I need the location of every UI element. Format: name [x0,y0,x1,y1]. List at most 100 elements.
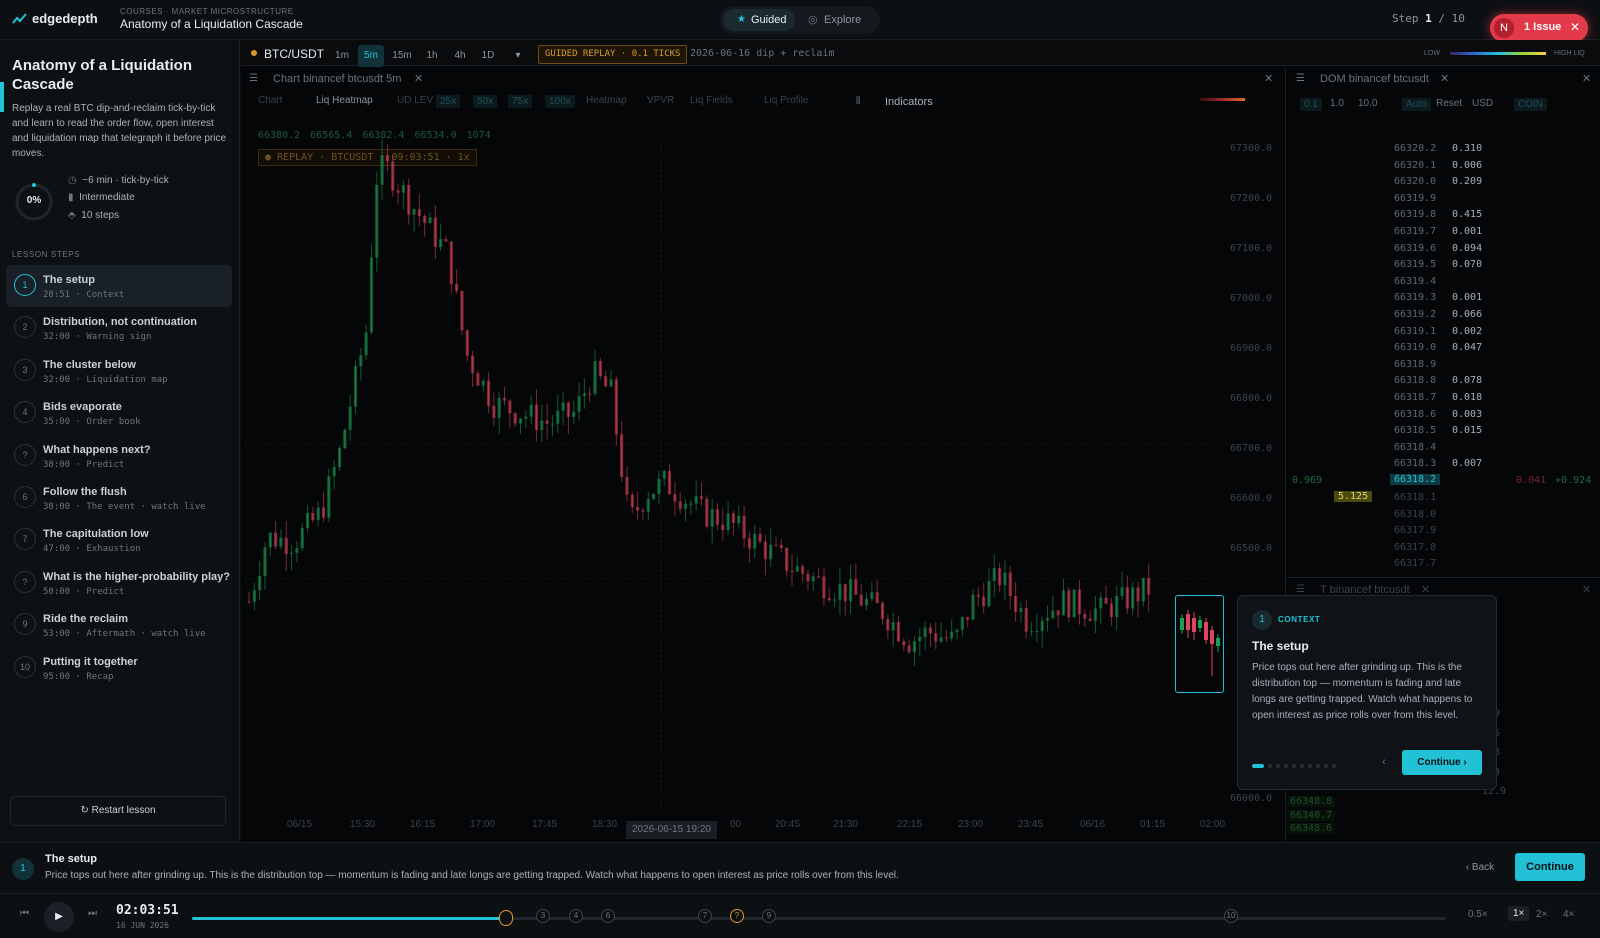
brand[interactable]: edgedepth [32,11,98,26]
dom-ask-price[interactable]: 66320.1 [1394,160,1436,171]
explore-mode-button[interactable]: ◎ Explore [800,9,876,31]
timeframe-button[interactable]: 1m [330,45,354,67]
restart-lesson-button[interactable]: ↻ Restart lesson [10,796,226,826]
dom-bid-price[interactable]: 66317.9 [1394,525,1436,536]
dom-ask-price[interactable]: 66319.1 [1394,326,1436,337]
dom-ask-price[interactable]: 66319.7 [1394,226,1436,237]
dom-bid-price[interactable]: 66318.1 [1394,492,1436,503]
dom-control-button[interactable]: 10.0 [1358,98,1377,109]
lesson-step[interactable]: 9 Ride the reclaim 53:00 · Aftermath · wat… [6,604,232,646]
dom-bid-price[interactable]: 66317.7 [1394,558,1436,569]
step-marker[interactable]: 9 [762,909,776,923]
step-marker[interactable]: 6 [601,909,615,923]
breadcrumb[interactable]: COURSES · MARKET MICROSTRUCTURE [120,7,294,16]
chart-tab[interactable]: VPVR [647,95,674,106]
timeframe-button[interactable]: 1D [476,45,500,67]
dom-control-button[interactable]: 1.0 [1330,98,1344,109]
step-marker[interactable]: 7 [698,909,712,923]
dom-ask-price[interactable]: 66318.9 [1394,359,1436,370]
dom-ask-price[interactable]: 66318.3 [1394,458,1436,469]
more-timeframes-button[interactable]: ▾ [508,45,528,67]
chart-tab[interactable]: 75x [508,95,533,108]
dom-ask-price[interactable]: 66320.2 [1394,143,1436,154]
dom-ask-price[interactable]: 66318.6 [1394,409,1436,420]
close-tab-icon[interactable]: ✕ [414,72,423,85]
panel-menu-icon[interactable]: ☰ [249,73,258,84]
dom-control-button[interactable]: USD [1472,98,1493,109]
dom-control-button[interactable]: Auto [1402,98,1431,111]
timeframe-button[interactable]: 5m [358,45,384,67]
dom-ask-price[interactable]: 66319.6 [1394,243,1436,254]
dom-ask-price[interactable]: 66319.0 [1394,342,1436,353]
lesson-step[interactable]: 7 The capitulation low 47:00 · Exhaustion [6,519,232,561]
dom-ask-price[interactable]: 66319.9 [1394,193,1436,204]
chart-tab[interactable]: Liq Heatmap [316,95,373,106]
dom-control-button[interactable]: 0.1 [1300,98,1322,111]
timeframe-button[interactable]: 1h [420,45,444,67]
dom-bid-price[interactable]: 66317.8 [1394,542,1436,553]
timeline-track[interactable] [192,917,1446,920]
dom-close-tab-icon[interactable]: ✕ [1440,72,1449,85]
lesson-step[interactable]: 2 Distribution, not continuation 32:00 · W… [6,307,232,349]
coach-continue-button[interactable]: Continue › [1402,750,1482,775]
skip-forward-icon[interactable]: ⏭ [88,908,97,919]
playback-rate-button[interactable]: 2× [1536,909,1547,920]
timeframe-button[interactable]: 4h [448,45,472,67]
dom-mid-price[interactable]: 66318.2 [1390,474,1441,485]
dom-control-button[interactable]: Reset [1436,98,1462,109]
dom-ask-price[interactable]: 66319.3 [1394,292,1436,303]
playback-rate-button[interactable]: 4× [1563,909,1574,920]
candles-icon[interactable]: ⫴ [856,96,860,107]
chart-tab[interactable]: Heatmap [586,95,627,106]
dom-close-icon[interactable]: ✕ [1582,72,1591,85]
dom-bid-price[interactable]: 66318.0 [1394,509,1436,520]
playback-rate-button[interactable]: 0.5× [1468,909,1488,920]
dom-ask-price[interactable]: 66319.2 [1394,309,1436,320]
dom-menu-icon[interactable]: ☰ [1296,73,1305,84]
dom-ask-price[interactable]: 66319.8 [1394,209,1436,220]
dom-control-button[interactable]: COIN [1514,98,1547,111]
coach-back-icon[interactable]: ‹ [1382,756,1386,768]
lesson-step[interactable]: 10 Putting it together 95:00 · Recap [6,647,232,689]
timeframe-button[interactable]: 15m [388,45,416,67]
lesson-step[interactable]: 6 Follow the flush 38:00 · The event · wat… [6,477,232,519]
dom-ask-price[interactable]: 66320.0 [1394,176,1436,187]
back-button[interactable]: ‹ Back [1455,855,1505,881]
playback-rate-button[interactable]: 1× [1508,906,1530,921]
tape-menu-icon[interactable]: ☰ [1296,584,1305,595]
candlestick-chart[interactable] [245,140,1230,815]
tape-close-icon[interactable]: ✕ [1582,583,1591,596]
play-button[interactable]: ▶ [44,902,74,932]
chart-tab[interactable]: 25x [436,95,461,108]
chart-tab[interactable]: UD LEV [397,95,433,106]
playhead-handle[interactable] [498,910,513,926]
step-marker[interactable]: 4 [569,909,583,923]
lesson-step[interactable]: 3 The cluster below 32:00 · Liquidation ma… [6,350,232,392]
symbol-selector[interactable]: BTC/USDT [264,47,324,61]
chart-tab[interactable]: Liq Fields [690,95,733,106]
dom-ask-price[interactable]: 66318.5 [1394,425,1436,436]
continue-button[interactable]: Continue [1515,853,1585,881]
close-panel-icon[interactable]: ✕ [1264,72,1273,85]
dom-ask-price[interactable]: 66318.7 [1394,392,1436,403]
dom-ask-price[interactable]: 66318.4 [1394,442,1436,453]
dom-ask-price[interactable]: 66319.5 [1394,259,1436,270]
guided-mode-button[interactable]: ★ Guided [723,9,795,31]
lesson-step[interactable]: ? What happens next? 38:00 · Predict [6,435,232,477]
skip-back-icon[interactable]: ⏮ [20,908,29,919]
chart-tab[interactable]: 100x [545,95,575,108]
step-marker[interactable]: ? [730,909,744,923]
dom-ask-price[interactable]: 66319.4 [1394,276,1436,287]
step-marker[interactable]: 10 [1224,909,1238,923]
chart-tab[interactable]: Liq Profile [764,95,808,106]
lesson-step[interactable]: 1 The setup 28:51 · Context [6,265,232,307]
chart-tab[interactable]: Chart [258,95,282,106]
chart-tab[interactable]: 50x [473,95,498,108]
close-icon[interactable]: ✕ [1570,20,1580,34]
lesson-step[interactable]: 4 Bids evaporate 35:00 · Order book [6,392,232,434]
step-marker[interactable]: 3 [536,909,550,923]
issue-badge[interactable]: N 1 Issue ✕ [1490,14,1588,42]
indicators-button[interactable]: Indicators [885,96,933,108]
dom-ask-price[interactable]: 66318.8 [1394,375,1436,386]
lesson-step[interactable]: ? What is the higher-probability play? 50:… [6,562,232,604]
